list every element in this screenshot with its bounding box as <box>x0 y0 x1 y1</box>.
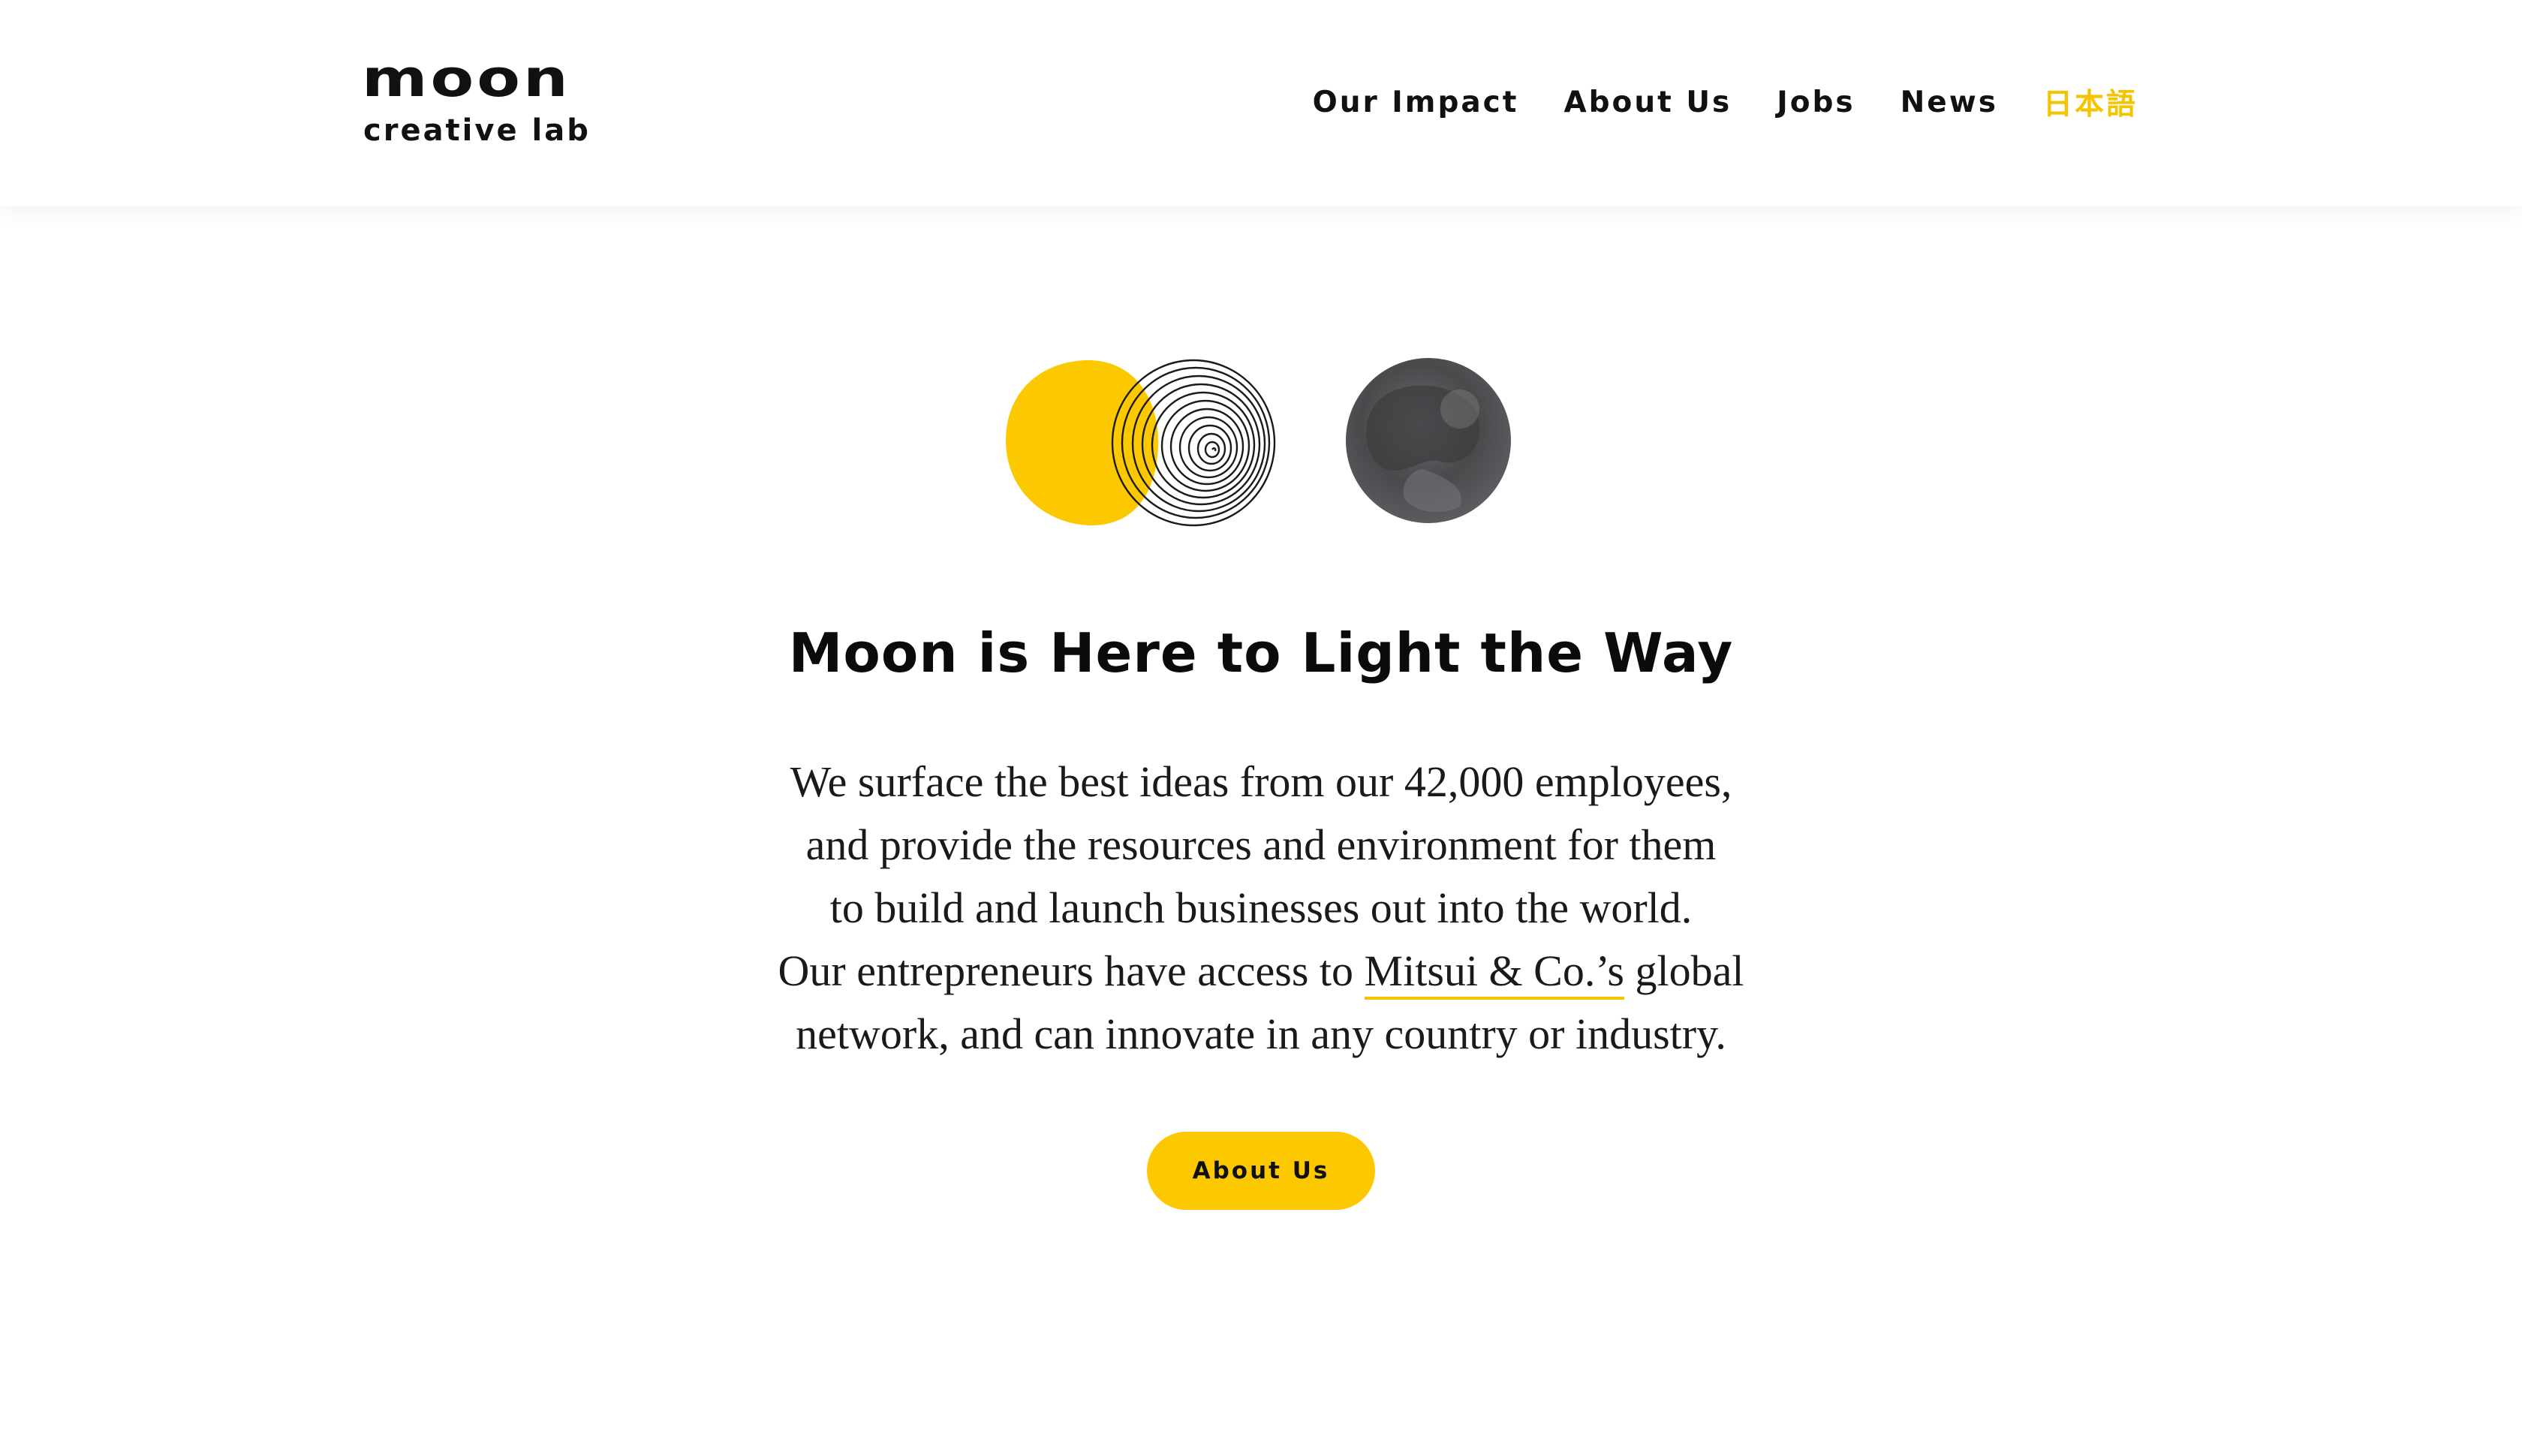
description-text: Our entrepreneurs have access to <box>778 946 1365 995</box>
nav-jobs[interactable]: Jobs <box>1777 86 1855 119</box>
description-line: Our entrepreneurs have access to Mitsui … <box>721 940 1801 1003</box>
about-us-button[interactable]: About Us <box>1147 1132 1375 1210</box>
page-title: Moon is Here to Light the Way <box>788 621 1734 684</box>
description-text: global <box>1624 946 1744 995</box>
description-line: We surface the best ideas from our 42,00… <box>790 757 1732 806</box>
moon-creative-lab-logo[interactable]: moon creative lab <box>362 48 588 150</box>
description-line: network, and can innovate in any country… <box>796 1009 1726 1058</box>
nav-language-japanese[interactable]: 日本語 <box>2043 81 2138 123</box>
ink-moon-icon <box>1346 358 1511 523</box>
description-line: and provide the resources and environmen… <box>805 820 1717 869</box>
nav-our-impact[interactable]: Our Impact <box>1313 86 1519 119</box>
nav-news[interactable]: News <box>1901 86 1998 119</box>
description-line: to build and launch businesses out into … <box>829 883 1693 932</box>
logo-wordmark: moon <box>362 48 571 109</box>
logo-subtitle: creative lab <box>363 113 591 148</box>
site-header: moon creative lab Our Impact About Us Jo… <box>0 0 2522 206</box>
nav-about-us[interactable]: About Us <box>1563 86 1732 119</box>
main-nav: Our Impact About Us Jobs News 日本語 <box>1313 81 2138 123</box>
mitsui-link[interactable]: Mitsui & Co.’s <box>1364 946 1625 1000</box>
hero-illustration <box>1006 358 1511 527</box>
hero-description: We surface the best ideas from our 42,00… <box>721 751 1801 1066</box>
